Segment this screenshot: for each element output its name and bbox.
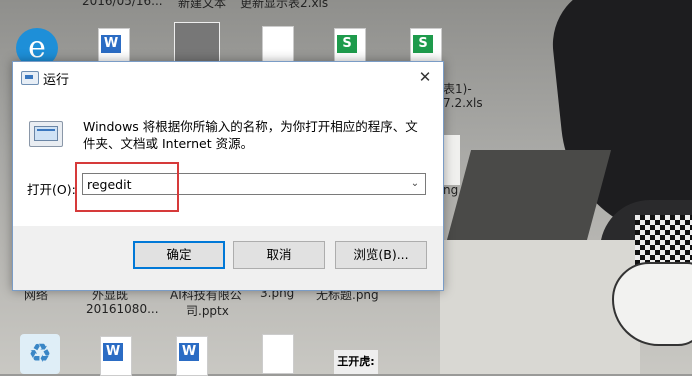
chevron-down-icon[interactable]: ⌄: [407, 175, 423, 193]
close-button[interactable]: ✕: [411, 64, 439, 90]
word-badge: W: [179, 343, 199, 361]
desktop-label: 司.pptx: [186, 304, 229, 318]
run-dialog: 运行 ✕ Windows 将根据你所输入的名称，为你打开相应的程序、文件夹、文档…: [12, 61, 444, 291]
browse-button[interactable]: 浏览(B)...: [335, 241, 427, 269]
ppt-file-icon[interactable]: [262, 26, 294, 66]
wallpaper-shape: [635, 215, 692, 265]
run-app-icon: [21, 71, 39, 85]
desktop-label: 7.2.xls: [443, 96, 483, 110]
desktop-label: 2016/05/16...: [82, 0, 163, 8]
spreadsheet-badge: S: [337, 35, 357, 53]
dialog-body: [13, 93, 443, 226]
dialog-footer: 确定 取消 浏览(B)...: [13, 226, 443, 290]
spreadsheet-badge: S: [413, 35, 433, 53]
command-input[interactable]: [85, 175, 407, 193]
ppt-file-icon[interactable]: [262, 334, 294, 374]
word-document-icon[interactable]: W: [176, 336, 208, 376]
open-label: 打开(O):: [27, 182, 76, 197]
recycle-bin-icon[interactable]: ♻: [20, 334, 60, 374]
open-combobox[interactable]: ⌄: [82, 173, 426, 195]
desktop-label: 更新显示表2.xls: [240, 0, 329, 10]
word-document-icon[interactable]: W: [100, 336, 132, 376]
desktop-file-thumbnail[interactable]: 王开虎:: [334, 350, 378, 374]
desktop-label: 表1)-: [443, 82, 472, 96]
cancel-button[interactable]: 取消: [233, 241, 325, 269]
run-window-icon: [29, 121, 63, 147]
desktop-label: 20161080...: [86, 302, 159, 316]
dialog-description: Windows 将根据你所输入的名称，为你打开相应的程序、文件夹、文档或 Int…: [83, 119, 418, 151]
desktop-label: 新建文本: [178, 0, 227, 10]
ok-button[interactable]: 确定: [133, 241, 225, 269]
dialog-title: 运行: [43, 73, 70, 88]
wallpaper-shape: [440, 240, 640, 374]
desktop-label: ng: [443, 183, 459, 197]
dialog-titlebar[interactable]: 运行 ✕: [13, 62, 443, 93]
word-badge: W: [101, 35, 121, 53]
word-badge: W: [103, 343, 123, 361]
